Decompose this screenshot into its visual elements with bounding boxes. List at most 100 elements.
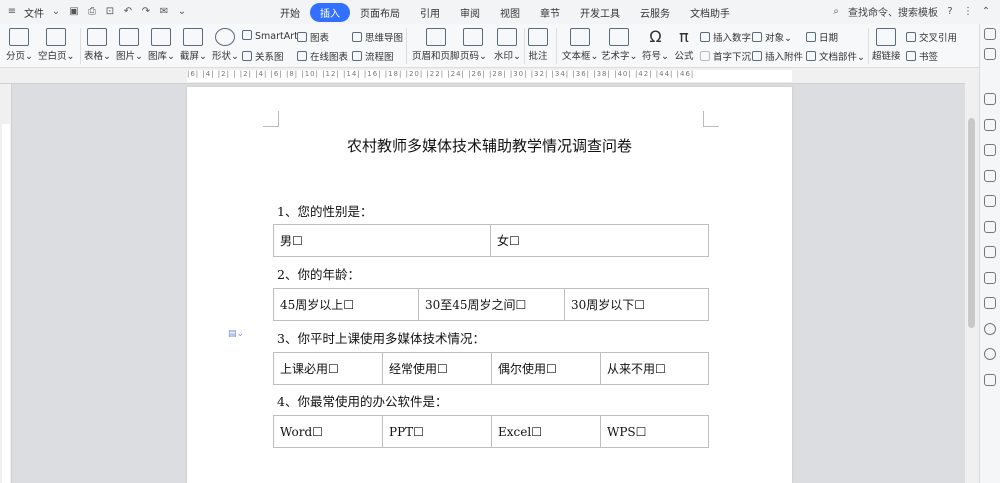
shapes-icon[interactable] <box>984 144 996 156</box>
option-cell[interactable]: 45周岁以上☐ <box>273 288 419 321</box>
screenshot-icon <box>183 28 204 46</box>
chevron-down-icon[interactable]: ⌄ <box>50 6 62 18</box>
command-search[interactable]: 查找命令、搜索模板 <box>848 4 938 19</box>
menu-icon[interactable]: ≡ <box>6 6 18 18</box>
screenshot-button[interactable]: 截屏⌄ <box>180 28 207 62</box>
picture-button[interactable]: 图片⌄ <box>116 28 143 62</box>
horizontal-ruler[interactable]: |6| |4| |2| | |2| |4| |6| |8| |10| |12| … <box>0 68 965 84</box>
symbol-button[interactable]: Ω 符号⌄ <box>642 28 669 63</box>
relation-chart-button[interactable]: 关系图 <box>242 49 284 63</box>
page-break-button[interactable]: 分页⌄ <box>6 28 33 62</box>
vertical-scrollbar[interactable] <box>965 68 979 483</box>
formula-button[interactable]: π 公式 <box>674 28 694 63</box>
chart-button[interactable]: 图表 <box>297 30 329 44</box>
textbox-button[interactable]: 文本框⌄ <box>562 28 598 62</box>
blank-page-button[interactable]: 空白页⌄ <box>38 28 74 62</box>
textbox-icon <box>570 28 591 46</box>
more-icon[interactable]: ⋮ <box>962 6 974 18</box>
search-icon[interactable]: ⌕ <box>830 6 842 18</box>
tab-item[interactable]: 插入 <box>310 2 350 22</box>
preview-icon[interactable]: ⊡ <box>104 6 116 18</box>
divider <box>80 28 81 64</box>
settings-icon[interactable] <box>984 169 996 182</box>
question-icon[interactable] <box>984 348 996 360</box>
copy-icon[interactable] <box>984 220 996 233</box>
ruler-page-area <box>2 124 10 483</box>
first-letter-button[interactable]: 首字下沉 <box>700 49 751 63</box>
margin-corner <box>703 111 719 127</box>
option-cell[interactable]: 30至45周岁之间☐ <box>418 288 565 321</box>
vertical-ruler[interactable] <box>0 84 12 483</box>
tab-item[interactable]: 视图 <box>490 3 530 22</box>
option-cell[interactable]: PPT☐ <box>382 415 492 448</box>
option-cell[interactable]: 男☐ <box>273 224 491 257</box>
attachment-button[interactable]: 插入附件 <box>752 49 803 63</box>
cross-ref-button[interactable]: 交叉引用 <box>906 30 957 44</box>
option-cell[interactable]: 30周岁以下☐ <box>564 288 709 321</box>
cursor-icon[interactable] <box>984 118 996 131</box>
shape-button[interactable]: 形状⌄ <box>212 28 239 62</box>
lock-icon[interactable] <box>984 195 996 207</box>
save-icon[interactable]: ▣ <box>68 6 80 18</box>
redo-icon[interactable]: ↷ <box>140 6 152 18</box>
page-view-icon[interactable] <box>984 28 996 40</box>
option-cell[interactable]: 偶尔使用☐ <box>491 352 601 385</box>
pen-icon[interactable] <box>984 93 996 105</box>
paragraph-marker-icon[interactable]: ▤⌄ <box>228 329 244 339</box>
option-cell[interactable]: 女☐ <box>490 224 709 257</box>
options-table: 45周岁以上☐ 30至45周岁之间☐ 30周岁以下☐ <box>273 288 709 321</box>
file-menu[interactable]: 文件 <box>24 5 44 20</box>
header-footer-button[interactable]: 页眉和页脚 <box>412 28 460 62</box>
option-cell[interactable]: Excel☐ <box>491 415 601 448</box>
share-icon[interactable] <box>984 271 996 284</box>
gallery-button[interactable]: 图库⌄ <box>148 28 175 62</box>
history-icon[interactable] <box>984 322 996 335</box>
mail-icon[interactable]: ✉ <box>158 6 170 18</box>
flowchart-button[interactable]: 流程图 <box>352 49 394 63</box>
document-page[interactable]: 农村教师多媒体技术辅助教学情况调查问卷 1、您的性别是： 男☐ 女☐ 2、你的年… <box>187 87 792 483</box>
doc-parts-button[interactable]: 文档部件⌄ <box>806 49 865 63</box>
drop-cap-icon <box>700 51 710 61</box>
watermark-button[interactable]: 水印⌄ <box>494 28 521 62</box>
online-chart-button[interactable]: 在线图表 <box>297 49 348 63</box>
wordart-button[interactable]: 艺术字⌄ <box>601 28 637 62</box>
tab-item[interactable]: 审阅 <box>450 3 490 22</box>
table-button[interactable]: 表格⌄ <box>84 28 111 62</box>
archive-icon[interactable] <box>984 297 996 309</box>
option-cell[interactable]: 上课必用☐ <box>273 352 383 385</box>
web-view-icon[interactable] <box>984 48 996 60</box>
undo-icon[interactable]: ↶ <box>122 6 134 18</box>
option-cell[interactable]: 经常使用☐ <box>382 352 492 385</box>
option-cell[interactable]: Word☐ <box>273 415 383 448</box>
chevron-down-icon[interactable]: ⌄ <box>176 6 188 18</box>
tab-item[interactable]: 云服务 <box>630 3 680 22</box>
comment-button[interactable]: 批注 <box>528 28 548 62</box>
print-icon[interactable]: ⎙ <box>86 6 98 18</box>
scrollbar-thumb[interactable] <box>968 118 975 328</box>
object-button[interactable]: 对象⌄ <box>752 30 792 44</box>
option-cell[interactable]: WPS☐ <box>600 415 709 448</box>
tab-item[interactable]: 章节 <box>530 3 570 22</box>
help-icon[interactable]: ? <box>944 6 956 18</box>
tab-item[interactable]: 开始 <box>270 3 310 22</box>
hyperlink-button[interactable]: 超链接 <box>872 28 901 62</box>
collapse-icon[interactable]: ⌃ <box>980 6 992 18</box>
relation-chart-icon <box>242 51 252 61</box>
options-table: 上课必用☐ 经常使用☐ 偶尔使用☐ 从来不用☐ <box>273 352 709 385</box>
apps-icon[interactable] <box>984 373 996 386</box>
tab-item[interactable]: 文档助手 <box>680 3 740 22</box>
insert-number-button[interactable]: 插入数字 <box>700 30 751 44</box>
tab-item[interactable]: 页面布局 <box>350 3 410 22</box>
mindmap-button[interactable]: 思维导图 <box>352 30 403 44</box>
star-icon[interactable] <box>984 246 996 258</box>
smartart-button[interactable]: SmartArt <box>242 30 298 42</box>
tab-item[interactable]: 引用 <box>410 3 450 22</box>
date-button[interactable]: 日期 <box>806 30 838 44</box>
page-number-button[interactable]: 页码⌄ <box>460 28 487 62</box>
insert-ribbon: 分页⌄ 空白页⌄ 表格⌄ 图片⌄ 图库⌄ 截屏⌄ 形状⌄ SmartArt 关系… <box>0 24 1000 68</box>
chart-icon <box>297 32 307 42</box>
tab-item[interactable]: 开发工具 <box>570 3 630 22</box>
bookmark-button[interactable]: 书签 <box>906 49 938 63</box>
option-cell[interactable]: 从来不用☐ <box>600 352 709 385</box>
table-row: 45周岁以上☐ 30至45周岁之间☐ 30周岁以下☐ <box>273 288 709 321</box>
